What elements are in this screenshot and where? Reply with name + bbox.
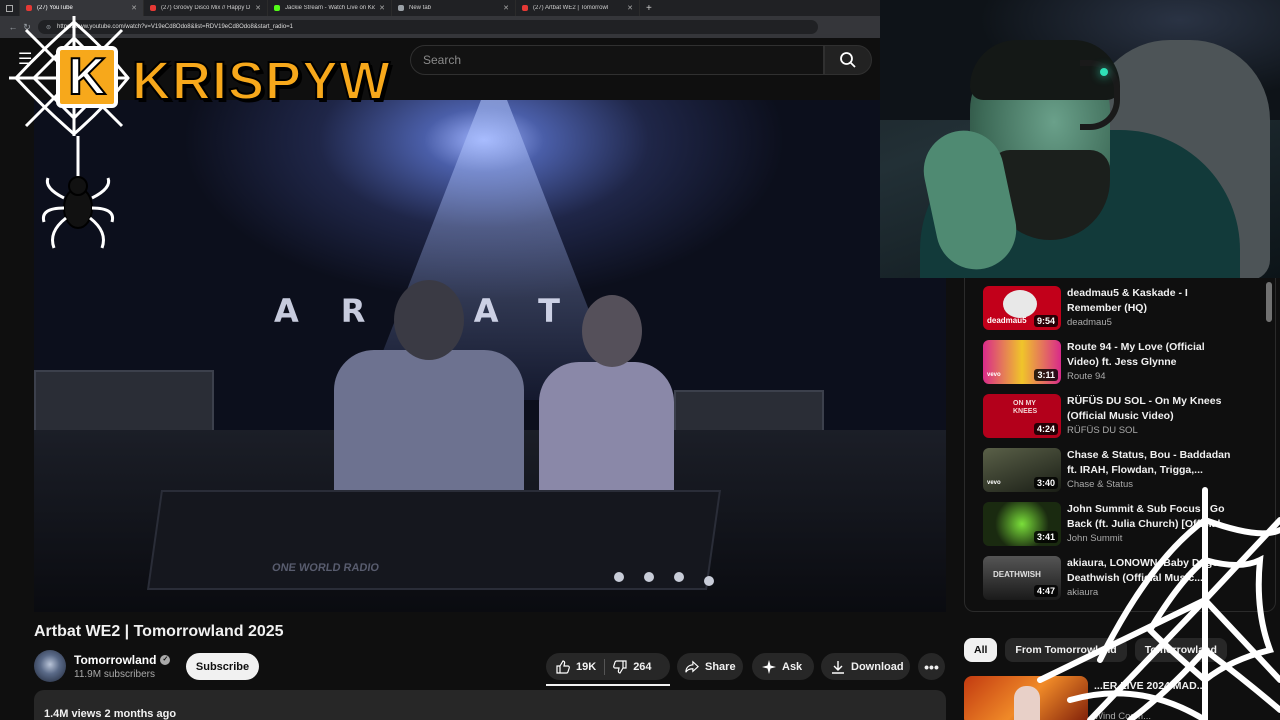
like-underline (546, 684, 670, 686)
download-label: Download (851, 660, 904, 673)
close-tab-icon[interactable]: ✕ (503, 4, 509, 12)
download-icon (831, 660, 845, 674)
console-label: ONE WORLD RADIO (271, 562, 380, 574)
sparkle-icon (762, 659, 776, 674)
share-button[interactable]: Share (677, 653, 743, 680)
search-icon (840, 52, 856, 68)
duration-badge: 9:54 (1033, 315, 1058, 327)
like-count: 19K (576, 660, 597, 673)
duration-badge: 3:11 (1034, 369, 1058, 381)
close-tab-icon[interactable]: ✕ (627, 4, 633, 12)
streamer-logo: K KRISPYW (4, 8, 391, 258)
ask-label: Ask (782, 660, 803, 673)
new-tab-button[interactable]: + (640, 3, 658, 14)
console-knob (674, 572, 684, 582)
thumb-label: vevo (987, 480, 1001, 486)
like-dislike-group: 19K 264 (546, 653, 670, 680)
rec-thumbnail[interactable]: deadmau5 9:54 (983, 286, 1061, 330)
rec-thumbnail[interactable]: ON MY KNEES 4:24 (983, 394, 1061, 438)
rec-item[interactable]: deadmau5 9:54 deadmau5 & Kaskade - I Rem… (983, 286, 1263, 334)
duration-badge: 4:24 (1033, 423, 1058, 435)
rec-title[interactable]: RÜFÜS DU SOL - On My Knees (Official Mus… (1067, 394, 1237, 424)
verified-badge-icon: ✓ (160, 655, 171, 665)
spiderweb-corner-icon (1037, 487, 1280, 720)
like-divider (604, 658, 606, 675)
like-button[interactable]: 19K (556, 653, 596, 680)
thumb-label: ON MY KNEES (1013, 400, 1038, 415)
search-box[interactable] (410, 45, 824, 75)
video-title: Artbat WE2 | Tomorrowland 2025 (34, 623, 284, 640)
view-count-date: 1.4M views 2 months ago (44, 708, 177, 720)
rec-title[interactable]: Route 94 - My Love (Official Video) ft. … (1067, 340, 1237, 370)
dislike-button[interactable]: 264 (613, 653, 652, 680)
chip-all[interactable]: All (964, 638, 998, 662)
dj-right-head (582, 295, 642, 367)
rec-channel: Route 94 (1067, 371, 1106, 382)
dj-console: ONE WORLD RADIO (146, 490, 722, 590)
more-horizontal-icon: ••• (924, 658, 939, 675)
dj-left-head (394, 280, 464, 360)
more-actions-button[interactable]: ••• (918, 653, 945, 680)
channel-name: Tomorrowland (74, 653, 157, 667)
close-tab-icon[interactable]: ✕ (379, 4, 385, 12)
rec-thumbnail[interactable]: vevo 3:11 (983, 340, 1061, 384)
thumbs-up-icon (556, 659, 570, 674)
ask-button[interactable]: Ask (752, 653, 814, 680)
subscriber-count: 11.9M subscribers (74, 669, 155, 680)
playlist-scrollbar[interactable] (1266, 282, 1272, 322)
dislike-count: 264 (633, 660, 652, 673)
webcam-overlay (880, 0, 1280, 278)
rec-title[interactable]: Chase & Status, Bou - Baddadan ft. IRAH,… (1067, 448, 1237, 478)
subscribe-button[interactable]: Subscribe (186, 653, 259, 680)
channel-name-link[interactable]: Tomorrowland ✓ (74, 653, 171, 667)
newtab-favicon-icon (398, 5, 404, 11)
share-arrow-icon (685, 659, 699, 674)
logo-wordmark: KRISPYW (131, 50, 392, 112)
deadmau5-head-icon (1003, 290, 1037, 318)
search-input[interactable] (423, 53, 823, 67)
headset-led (1100, 68, 1108, 76)
browser-tab[interactable]: New tab ✕ (392, 0, 516, 16)
console-knob (704, 576, 714, 586)
channel-avatar[interactable] (34, 650, 66, 682)
logo-k-badge: K (56, 46, 118, 108)
rec-channel: RÜFÜS DU SOL (1067, 425, 1138, 436)
thumbs-down-icon (613, 659, 627, 674)
rec-channel: deadmau5 (1067, 317, 1112, 328)
console-knob (644, 572, 654, 582)
rec-item[interactable]: vevo 3:11 Route 94 - My Love (Official V… (983, 340, 1263, 388)
youtube-favicon-icon (522, 5, 528, 11)
search-button[interactable] (824, 45, 872, 75)
browser-tab[interactable]: (27) Artbat WE2 | Tomorrowl ✕ (516, 0, 640, 16)
console-knob (614, 572, 624, 582)
share-label: Share (705, 660, 736, 673)
thumb-label: deadmau5 (987, 316, 1027, 325)
rec-title[interactable]: deadmau5 & Kaskade - I Remember (HQ) (1067, 286, 1237, 316)
thumb-label: vevo (987, 372, 1001, 378)
rec-item[interactable]: ON MY KNEES 4:24 RÜFÜS DU SOL - On My Kn… (983, 394, 1263, 442)
description-box[interactable]: 1.4M views 2 months ago (34, 690, 946, 720)
download-button[interactable]: Download (821, 653, 910, 680)
